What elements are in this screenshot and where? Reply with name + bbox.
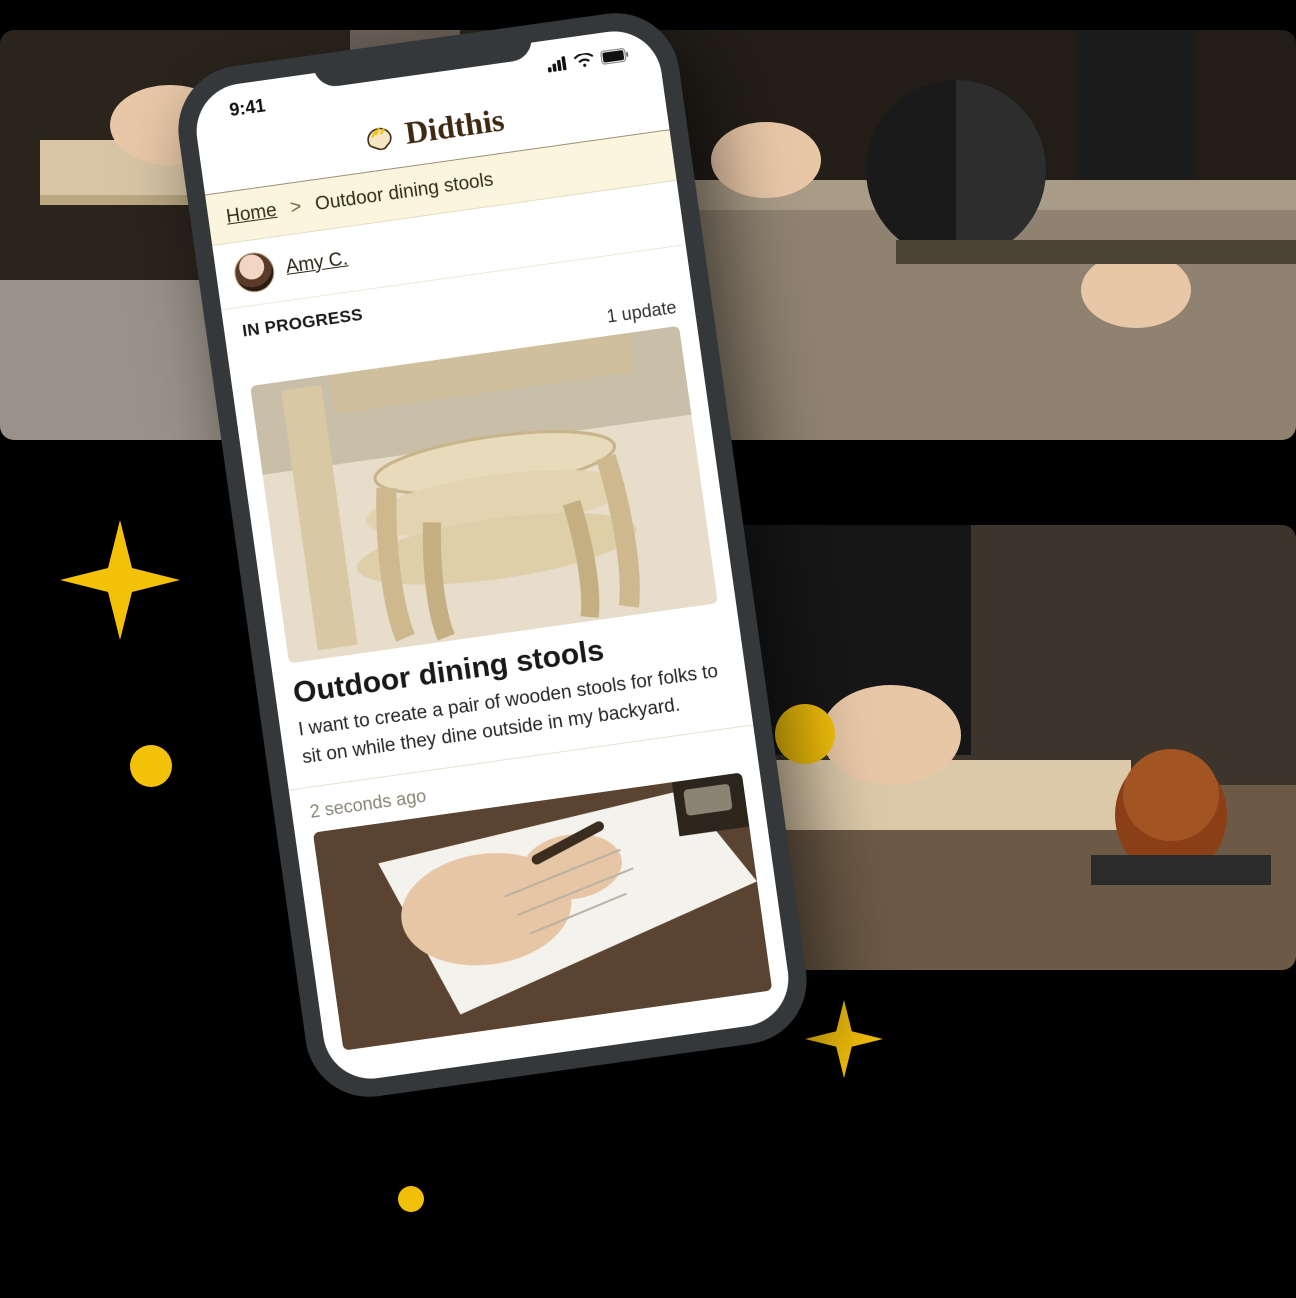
author-name: Amy C. [285, 248, 350, 278]
status-time: 9:41 [228, 95, 267, 121]
update-count: 1 update [605, 297, 677, 328]
sparkle-icon [60, 520, 180, 640]
breadcrumb-home-link[interactable]: Home [225, 200, 278, 229]
dot-icon [775, 704, 835, 764]
fist-bump-icon [359, 117, 400, 158]
project-hero-image[interactable] [250, 326, 718, 664]
dot-icon [130, 745, 172, 787]
chevron-right-icon: > [289, 196, 303, 219]
dot-icon [398, 1186, 424, 1212]
brand-name: Didthis [403, 101, 507, 152]
avatar [232, 250, 277, 295]
sparkle-icon [805, 1000, 883, 1078]
battery-icon [600, 47, 630, 65]
cellular-signal-icon [546, 56, 568, 73]
wifi-icon [573, 52, 595, 69]
